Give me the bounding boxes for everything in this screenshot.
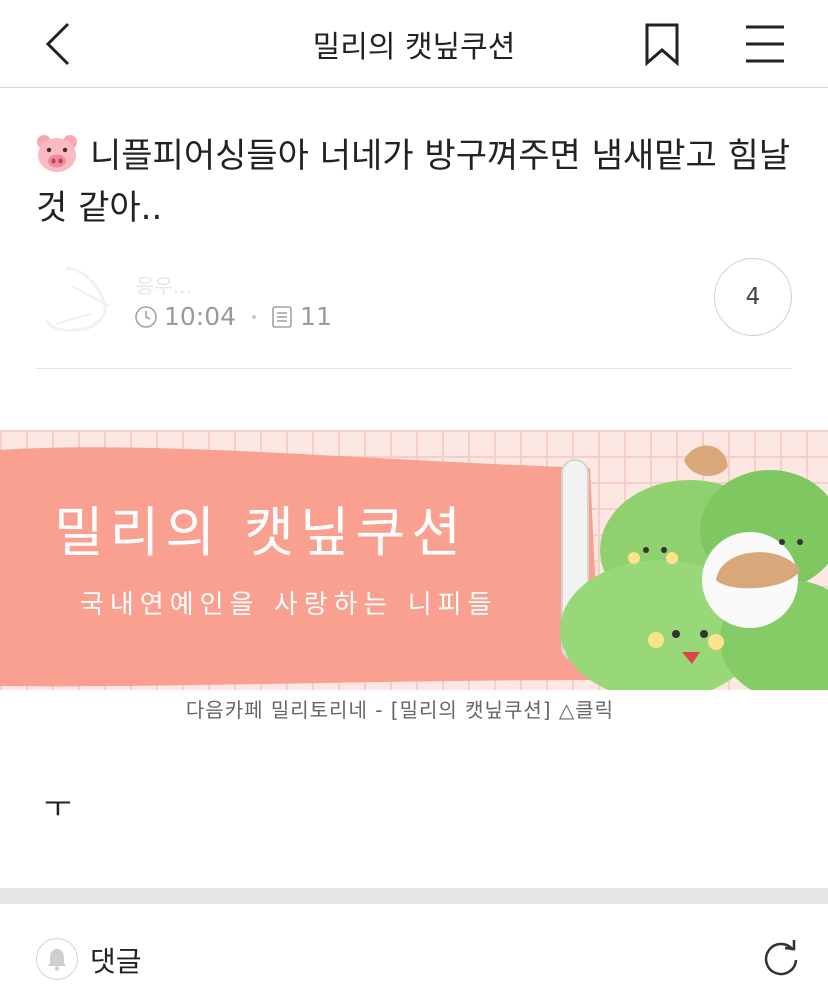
- banner-caption-link[interactable]: 다음카페 밀리토리네 - [밀리의 캣닢쿠션] △클릭: [0, 694, 800, 723]
- menu-button[interactable]: [742, 22, 788, 66]
- banner-subtitle: 국내연예인을 사랑하는 니피들: [80, 590, 498, 620]
- post-body-text: ㅜ: [44, 790, 72, 825]
- hamburger-menu-icon: [746, 25, 784, 63]
- refresh-button[interactable]: [760, 938, 802, 980]
- post-title: 니플피어싱들아 너네가 방구껴주면 냄새맡고 힘날 것 같아..: [36, 130, 796, 234]
- document-icon: [272, 305, 292, 328]
- author-meta: 응우... 10:04 11 4: [36, 258, 796, 342]
- notification-toggle[interactable]: [36, 938, 78, 980]
- bookmark-button[interactable]: [640, 20, 684, 68]
- post-meta: 10:04 11: [134, 302, 332, 331]
- cafe-title[interactable]: 밀리의 캣닢쿠션: [0, 22, 828, 66]
- clock-icon: [135, 305, 157, 328]
- divider: [36, 368, 792, 369]
- author-name[interactable]: 응우...: [136, 270, 192, 299]
- post-title-text: 니플피어싱들아 너네가 방구껴주면 냄새맡고 힘날 것 같아..: [36, 136, 791, 228]
- separator-dot: [252, 314, 257, 319]
- avatar[interactable]: [36, 262, 120, 338]
- comment-count-button[interactable]: 4: [714, 258, 792, 336]
- comment-label: 댓글: [90, 945, 142, 978]
- post-time: 10:04: [164, 302, 237, 331]
- banner-title: 밀리의 캣닢쿠션: [54, 501, 467, 564]
- pig-face-icon: [37, 135, 77, 172]
- view-count: 11: [300, 302, 332, 331]
- top-bar: 밀리의 캣닢쿠션: [0, 0, 828, 88]
- bookmark-icon: [645, 23, 679, 67]
- section-separator: [0, 888, 828, 904]
- bell-icon: [48, 949, 66, 971]
- refresh-icon: [764, 940, 798, 976]
